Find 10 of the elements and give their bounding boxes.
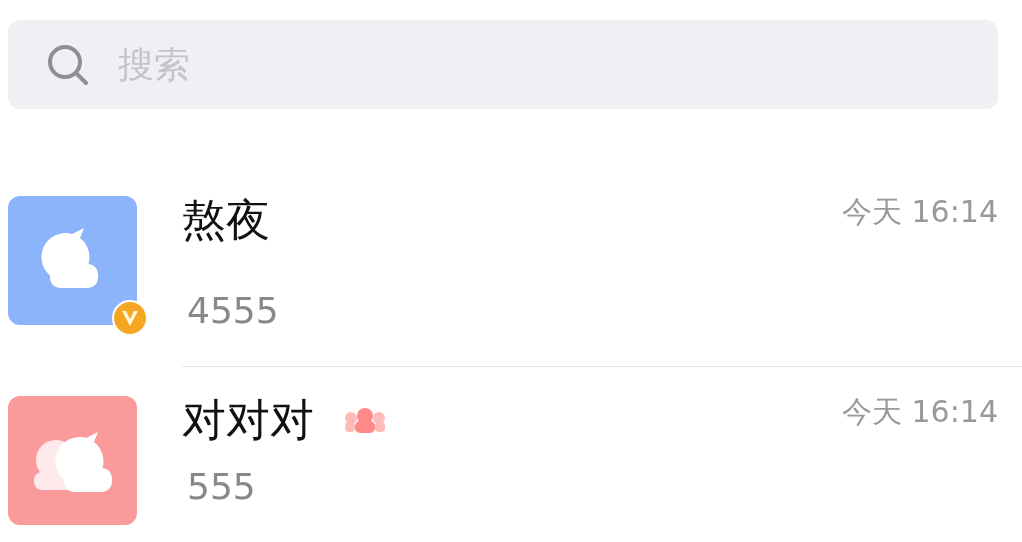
message-time: 今天 16:14 (842, 393, 998, 431)
group-icon (342, 406, 388, 434)
group-avatar[interactable] (8, 396, 137, 525)
contact-avatar[interactable] (8, 196, 137, 325)
message-time: 今天 16:14 (842, 193, 998, 231)
last-message: 4555 (187, 290, 280, 331)
chat-name: 对对对 (182, 396, 314, 444)
last-message: 555 (187, 466, 257, 507)
search-icon (46, 42, 90, 87)
chat-name: 熬夜 (182, 196, 270, 244)
